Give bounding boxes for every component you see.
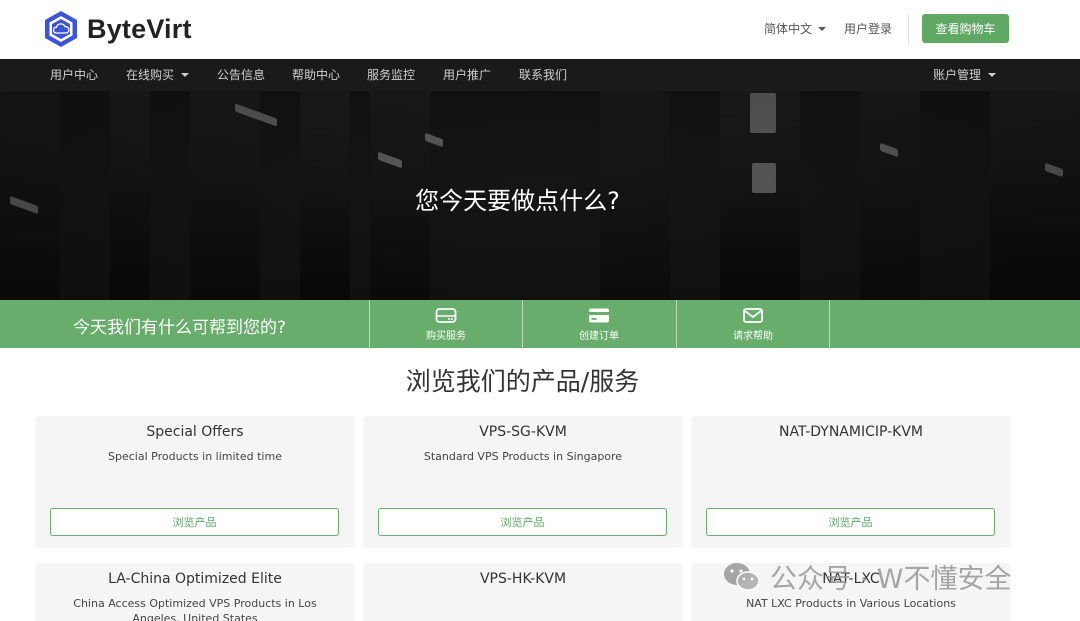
product-card: NAT-DYNAMICIP-KVM 浏览产品 [692, 416, 1010, 546]
brand-logo[interactable]: ByteVirt [43, 10, 192, 48]
create-order-action[interactable]: 创建订单 [523, 300, 675, 348]
nav-item-announcements[interactable]: 公告信息 [217, 59, 265, 91]
wechat-icon [724, 562, 760, 591]
nav-item-label: 服务监控 [367, 68, 416, 82]
hero-title: 您今天要做点什么? [415, 187, 620, 215]
product-card-description: Standard VPS Products in Singapore [423, 450, 623, 463]
nav-item-label: 在线购买 [126, 68, 175, 82]
product-card-description: NAT LXC Products in Various Locations [746, 597, 956, 610]
product-card-title: LA-China Optimized Elite [108, 571, 282, 587]
nav-item-service-monitor[interactable]: 服务监控 [367, 59, 415, 91]
help-strip-text: 今天我们有什么可帮到您的? [73, 318, 287, 338]
browse-products-button[interactable]: 浏览产品 [378, 508, 667, 536]
site-header: ByteVirt 简体中文 用户登录 查看购物车 [0, 0, 1080, 59]
brand-name: ByteVirt [87, 13, 192, 44]
language-selector[interactable]: 简体中文 [764, 20, 827, 37]
login-link[interactable]: 用户登录 [844, 20, 892, 37]
request-help-action[interactable]: 请求帮助 [677, 300, 829, 348]
main-nav: 用户中心 在线购买 公告信息 帮助中心 服务监控 用户推广 联系我们 账户管理 [0, 59, 1080, 91]
language-label: 简体中文 [764, 22, 813, 36]
nav-item-help-center[interactable]: 帮助中心 [292, 59, 340, 91]
server-icon [435, 307, 457, 323]
hexagon-cloud-icon [45, 11, 77, 47]
account-menu[interactable]: 账户管理 [933, 59, 997, 91]
product-card-title: NAT-DYNAMICIP-KVM [778, 424, 924, 440]
product-card-title: Special Offers [146, 424, 244, 440]
header-divider [908, 14, 909, 46]
nav-item-label: 用户中心 [50, 68, 99, 82]
nav-item-label: 联系我们 [519, 68, 568, 82]
product-card-title: VPS-SG-KVM [479, 424, 567, 440]
nav-item-affiliate[interactable]: 用户推广 [443, 59, 491, 91]
nav-item-buy-online[interactable]: 在线购买 [126, 59, 190, 91]
product-card: LA-China Optimized Elite China Access Op… [36, 563, 354, 621]
browse-products-button[interactable]: 浏览产品 [50, 508, 339, 536]
help-strip: 今天我们有什么可帮到您的? 购买服务 创建订单 请求帮助 [0, 300, 1080, 348]
credit-card-icon [589, 308, 609, 322]
strip-divider [829, 300, 830, 348]
product-card-title: VPS-HK-KVM [479, 571, 567, 587]
watermark: 公众号 · W不懂安全 [722, 557, 1011, 596]
watermark-text: 公众号 · W不懂安全 [770, 564, 1012, 595]
envelope-icon [743, 307, 763, 323]
action-label: 请求帮助 [733, 330, 773, 342]
action-label: 创建订单 [579, 330, 619, 342]
caret-down-icon [181, 73, 190, 77]
caret-down-icon [818, 26, 827, 31]
product-card-description: China Access Optimized VPS Products in L… [73, 597, 317, 621]
action-label: 购买服务 [426, 330, 466, 342]
browse-products-button[interactable]: 浏览产品 [706, 508, 995, 536]
account-menu-label: 账户管理 [933, 68, 982, 82]
product-card: Special Offers Special Products in limit… [36, 416, 354, 546]
nav-item-user-center[interactable]: 用户中心 [50, 59, 98, 91]
caret-down-icon [988, 73, 997, 77]
products-section-title: 浏览我们的产品/服务 [405, 367, 640, 396]
nav-item-label: 用户推广 [443, 68, 492, 82]
nav-item-label: 帮助中心 [292, 68, 341, 82]
view-cart-button[interactable]: 查看购物车 [922, 14, 1009, 43]
buy-service-action[interactable]: 购买服务 [370, 300, 522, 348]
nav-item-label: 公告信息 [217, 68, 266, 82]
product-card: VPS-SG-KVM Standard VPS Products in Sing… [364, 416, 682, 546]
hero-banner: 您今天要做点什么? [0, 91, 1080, 300]
nav-item-contact[interactable]: 联系我们 [519, 59, 567, 91]
product-card: VPS-HK-KVM [364, 563, 682, 621]
product-card-description: Special Products in limited time [108, 450, 282, 463]
